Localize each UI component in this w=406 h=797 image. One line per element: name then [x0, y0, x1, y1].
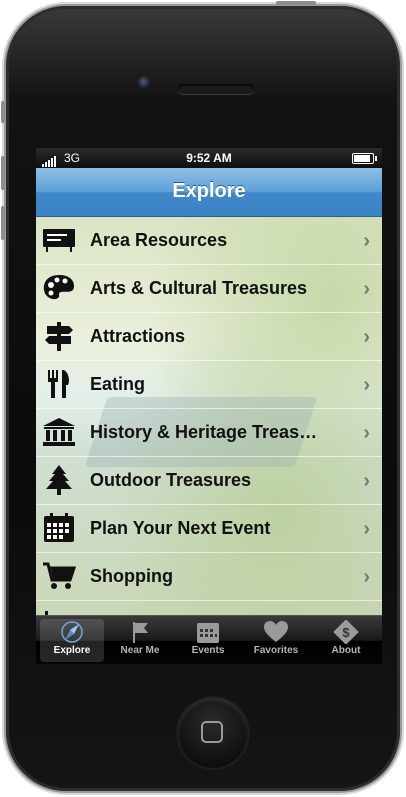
- pine-tree-icon: [42, 465, 76, 495]
- menu-item-history[interactable]: History & Heritage Treas… ›: [36, 409, 382, 457]
- menu-item-attractions[interactable]: Attractions ›: [36, 313, 382, 361]
- power-button: [276, 1, 316, 5]
- tab-label: About: [331, 645, 361, 656]
- menu-item-outdoor[interactable]: Outdoor Treasures ›: [36, 457, 382, 505]
- flag-icon: [108, 619, 172, 645]
- svg-text:$: $: [342, 625, 350, 640]
- status-bar: 3G 9:52 AM: [36, 148, 382, 168]
- front-camera: [138, 76, 152, 90]
- mute-switch: [1, 101, 5, 123]
- tab-label: Explore: [53, 645, 91, 656]
- menu-item-label: Area Resources: [90, 230, 228, 250]
- chevron-right-icon: ›: [363, 326, 370, 348]
- tab-events[interactable]: Events: [176, 619, 240, 662]
- fork-knife-icon: [42, 369, 76, 399]
- chevron-right-icon: ›: [363, 422, 370, 444]
- sign-board-icon: [42, 225, 76, 255]
- menu-item-label: History & Heritage Treas…: [90, 422, 318, 442]
- chevron-right-icon: ›: [363, 518, 370, 540]
- tab-favorites[interactable]: Favorites: [244, 619, 308, 662]
- chevron-right-icon: ›: [363, 374, 370, 396]
- menu-item-label: Shopping: [90, 566, 173, 586]
- menu-item-label: Eating: [90, 374, 146, 394]
- chevron-right-icon: ›: [363, 278, 370, 300]
- cart-icon: [42, 561, 76, 591]
- chevron-right-icon: ›: [363, 230, 370, 252]
- menu-item-shopping[interactable]: Shopping ›: [36, 553, 382, 601]
- menu-item-label: Arts & Cultural Treasures: [90, 278, 308, 298]
- tab-near-me[interactable]: Near Me: [108, 619, 172, 662]
- menu-item-arts[interactable]: Arts & Cultural Treasures ›: [36, 265, 382, 313]
- museum-icon: [42, 417, 76, 447]
- menu-item-eating[interactable]: Eating ›: [36, 361, 382, 409]
- menu-item-label: Plan Your Next Event: [90, 518, 271, 538]
- palette-icon: [42, 273, 76, 303]
- tab-label: Events: [191, 645, 225, 656]
- battery-icon: [352, 153, 377, 164]
- screen: 3G 9:52 AM Explore Area Resources › Arts…: [36, 148, 382, 664]
- calendar-icon: [42, 513, 76, 543]
- volume-down-button: [1, 206, 5, 240]
- menu-item-plan-event[interactable]: Plan Your Next Event ›: [36, 505, 382, 553]
- tab-explore[interactable]: Explore: [40, 619, 104, 662]
- page-title: Explore: [172, 180, 246, 202]
- signpost-icon: [42, 321, 76, 351]
- status-time: 9:52 AM: [186, 151, 232, 165]
- tab-about[interactable]: $ About: [314, 619, 378, 662]
- menu-item-label: Outdoor Treasures: [90, 470, 252, 490]
- heart-icon: [244, 619, 308, 645]
- calendar-icon: [176, 619, 240, 645]
- chevron-right-icon: ›: [363, 470, 370, 492]
- money-icon: $: [314, 619, 378, 645]
- earpiece: [178, 84, 254, 94]
- menu-item-area-resources[interactable]: Area Resources ›: [36, 217, 382, 265]
- menu-list: Area Resources › Arts & Cultural Treasur…: [36, 217, 382, 617]
- tab-label: Near Me: [120, 645, 160, 656]
- navigation-bar: Explore: [36, 168, 382, 217]
- volume-up-button: [1, 156, 5, 190]
- tab-label: Favorites: [253, 645, 299, 656]
- chevron-right-icon: ›: [363, 566, 370, 588]
- menu-item-label: Attractions: [90, 326, 186, 346]
- tab-bar: Explore Near Me Events Favorites $ About: [36, 615, 382, 664]
- compass-icon: [40, 619, 104, 645]
- home-button[interactable]: [178, 698, 248, 768]
